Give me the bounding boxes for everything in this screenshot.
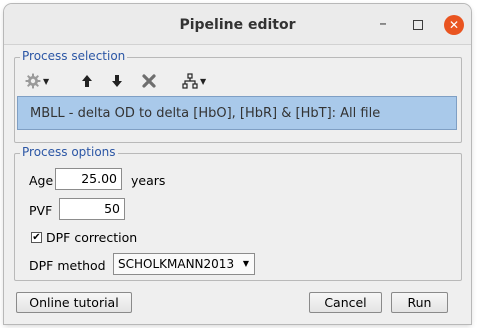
pvf-input[interactable]: 50: [59, 198, 125, 220]
move-down-button[interactable]: [111, 72, 123, 90]
dpf-method-value: SCHOLKMANN2013: [118, 257, 235, 271]
dpf-method-select[interactable]: SCHOLKMANN2013 ▼: [113, 253, 255, 275]
maximize-icon: [413, 20, 423, 30]
title-bar[interactable]: Pipeline editor – ✕: [4, 4, 471, 45]
pipeline-dropdown-button[interactable]: ▼: [182, 72, 206, 90]
chevron-down-icon: ▼: [43, 76, 50, 86]
move-up-button[interactable]: [81, 72, 93, 90]
arrow-down-icon: [112, 75, 122, 87]
age-label: Age: [29, 173, 54, 188]
settings-dropdown-button[interactable]: ▼: [25, 72, 49, 90]
chevron-down-icon: ▼: [242, 259, 249, 268]
online-tutorial-button[interactable]: Online tutorial: [16, 292, 132, 313]
close-x-icon: [142, 74, 156, 88]
selected-process-item[interactable]: MBLL - delta OD to delta [HbO], [HbR] & …: [17, 96, 457, 130]
gear-icon: [25, 73, 41, 89]
hierarchy-icon: [182, 73, 198, 89]
run-button[interactable]: Run: [391, 292, 448, 313]
window-title: Pipeline editor: [179, 17, 296, 33]
process-selection-group: Process selection ▼ ▼ MBLL - delta OD to…: [14, 49, 462, 143]
dpf-correction-label[interactable]: DPF correction: [46, 230, 137, 245]
cancel-button[interactable]: Cancel: [309, 292, 382, 313]
dpf-correction-checkbox[interactable]: ✔: [31, 232, 42, 243]
pvf-label: PVF: [29, 203, 53, 218]
close-button[interactable]: ✕: [444, 15, 464, 35]
age-input[interactable]: 25.00: [55, 168, 122, 190]
dpf-method-label: DPF method: [29, 258, 106, 273]
minimize-button[interactable]: –: [374, 14, 392, 32]
process-options-group: Process options Age 25.00 years PVF 50 ✔…: [14, 145, 462, 281]
pipeline-editor-window: Pipeline editor – ✕ Process selection ▼ …: [4, 4, 471, 324]
arrow-up-icon: [82, 75, 92, 87]
age-unit: years: [131, 173, 166, 188]
maximize-button[interactable]: [409, 16, 427, 34]
dialog-content: Process selection ▼ ▼ MBLL - delta OD to…: [4, 45, 471, 324]
process-options-legend: Process options: [20, 145, 118, 159]
process-selection-legend: Process selection: [20, 49, 128, 63]
chevron-down-icon: ▼: [200, 76, 207, 86]
delete-process-button[interactable]: [141, 72, 157, 90]
